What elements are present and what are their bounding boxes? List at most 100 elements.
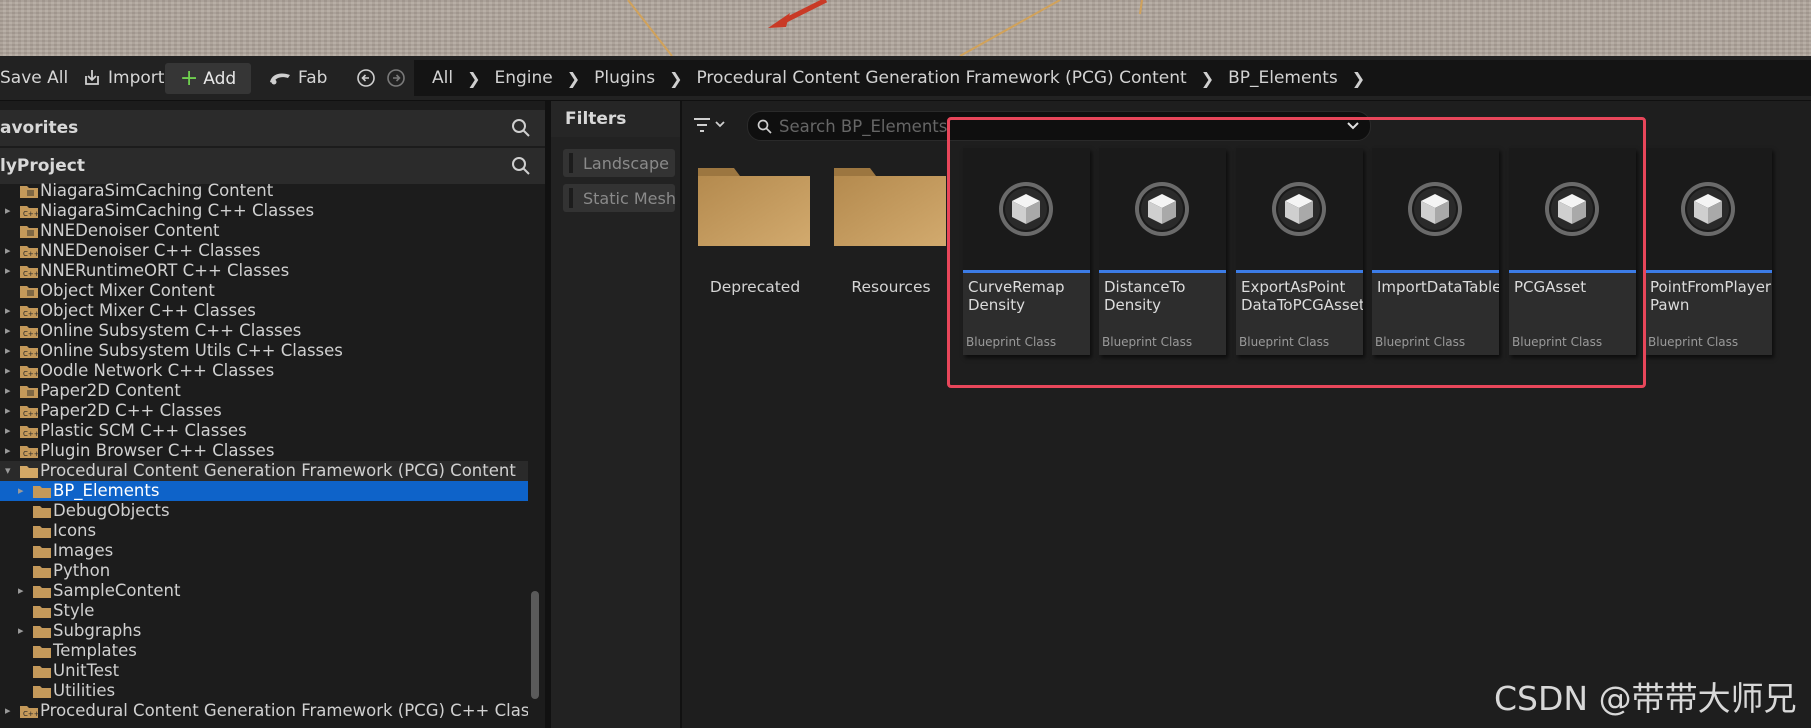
caret-right-icon[interactable]: ▸ xyxy=(5,204,15,218)
search-placeholder: Search BP_Elements xyxy=(779,116,948,136)
caret-down-icon[interactable]: ▾ xyxy=(5,464,15,478)
chevron-right-icon[interactable]: ❯ xyxy=(467,69,480,88)
fab-button[interactable]: Fab xyxy=(268,56,327,100)
breadcrumb-item[interactable]: Procedural Content Generation Framework … xyxy=(696,68,1186,88)
breadcrumb-item[interactable]: Engine xyxy=(494,68,552,88)
level-viewport[interactable] xyxy=(0,0,1811,56)
caret-right-icon[interactable]: ▸ xyxy=(5,444,15,458)
caret-right-icon[interactable]: ▸ xyxy=(18,484,28,498)
folder-icon xyxy=(33,546,51,558)
tree-item[interactable]: Icons xyxy=(0,521,528,541)
folder-icon xyxy=(33,506,51,518)
tree-item[interactable]: Python xyxy=(0,561,528,581)
folder-icon xyxy=(20,386,38,398)
tree-item[interactable]: ▸ C++ Oodle Network C++ Classes xyxy=(0,361,528,381)
chevron-right-icon[interactable]: ❯ xyxy=(669,69,682,88)
folder-icon xyxy=(33,686,51,698)
caret-right-icon[interactable]: ▸ xyxy=(5,244,15,258)
chevron-right-icon[interactable]: ❯ xyxy=(1352,69,1365,88)
tree-item-label: Object Mixer Content xyxy=(40,281,215,300)
asset-type-strip xyxy=(1645,270,1772,273)
caret-right-icon[interactable]: ▸ xyxy=(5,364,15,378)
tree-item[interactable]: DebugObjects xyxy=(0,501,528,521)
cpp-folder-icon: C++ xyxy=(20,266,39,278)
caret-right-icon[interactable]: ▸ xyxy=(5,404,15,418)
svg-text:C++: C++ xyxy=(23,210,39,218)
breadcrumb-item[interactable]: All xyxy=(432,68,453,88)
folder-tile[interactable]: Deprecated xyxy=(692,150,818,310)
caret-right-icon[interactable]: ▸ xyxy=(5,384,15,398)
folder-icon xyxy=(33,606,51,618)
tree-item-label: Paper2D Content xyxy=(40,381,181,400)
folder-icon xyxy=(33,666,51,678)
tree-item[interactable]: NNEDenoiser Content xyxy=(0,221,528,241)
favorites-header[interactable]: avorites xyxy=(0,110,545,146)
import-button[interactable]: Import xyxy=(82,56,164,100)
tree-item[interactable]: Object Mixer Content xyxy=(0,281,528,301)
svg-text:C++: C++ xyxy=(23,330,39,338)
save-all-button[interactable]: Save All xyxy=(0,56,68,100)
tree-item-label: Online Subsystem Utils C++ Classes xyxy=(40,341,343,360)
tree-item[interactable]: ▸ Paper2D Content xyxy=(0,381,528,401)
tree-item[interactable]: ▸ C++ Paper2D C++ Classes xyxy=(0,401,528,421)
tree-item[interactable]: ▸ C++ Online Subsystem C++ Classes xyxy=(0,321,528,341)
back-icon[interactable] xyxy=(356,68,376,88)
tree-item-label: Paper2D C++ Classes xyxy=(40,401,222,420)
tree-item[interactable]: UnitTest xyxy=(0,661,528,681)
tree-item[interactable]: ▸ BP_Elements xyxy=(0,481,528,501)
highlight-annotation xyxy=(947,117,1646,388)
caret-right-icon[interactable]: ▸ xyxy=(5,424,15,438)
tree-item[interactable]: ▸ C++ NiagaraSimCaching C++ Classes xyxy=(0,201,528,221)
cpp-folder-icon: C++ xyxy=(20,406,39,418)
project-header[interactable]: lyProject xyxy=(0,148,545,184)
folder-name: Deprecated xyxy=(709,278,801,296)
cpp-folder-icon: C++ xyxy=(20,446,39,458)
filters-title: Filters xyxy=(551,101,680,137)
caret-right-icon[interactable]: ▸ xyxy=(5,324,15,338)
tree-item[interactable]: Templates xyxy=(0,641,528,661)
tree-item-label: Object Mixer C++ Classes xyxy=(40,301,256,320)
tree-item[interactable]: ▸ Subgraphs xyxy=(0,621,528,641)
caret-right-icon[interactable]: ▸ xyxy=(5,304,15,318)
caret-right-icon[interactable]: ▸ xyxy=(5,264,15,278)
tree-item[interactable]: ▸ C++ Plastic SCM C++ Classes xyxy=(0,421,528,441)
tree-item-label: NiagaraSimCaching Content xyxy=(40,181,274,200)
forward-icon[interactable] xyxy=(386,68,406,88)
breadcrumb-item[interactable]: BP_Elements xyxy=(1228,68,1338,88)
tree-item[interactable]: ▸ C++ Online Subsystem Utils C++ Classes xyxy=(0,341,528,361)
filter-icon[interactable] xyxy=(692,116,726,134)
content-browser-toolbar: Save All Import + Add Fab All ❯ Engine ❯ P… xyxy=(0,56,1811,101)
tree-item[interactable]: ▸ C++ NNEDenoiser C++ Classes xyxy=(0,241,528,261)
search-icon[interactable] xyxy=(511,156,531,176)
caret-right-icon[interactable]: ▸ xyxy=(18,584,28,598)
caret-right-icon[interactable]: ▸ xyxy=(5,344,15,358)
tree-item[interactable]: Style xyxy=(0,601,528,621)
favorites-title: avorites xyxy=(0,118,79,138)
tree-item[interactable]: NiagaraSimCaching Content xyxy=(0,181,528,201)
asset-tile[interactable]: PointFromPlayer Pawn Blueprint Class xyxy=(1645,148,1772,355)
tree-item[interactable]: ▸ C++ Object Mixer C++ Classes xyxy=(0,301,528,321)
folder-icon xyxy=(33,566,51,578)
search-icon[interactable] xyxy=(511,118,531,138)
chevron-right-icon[interactable]: ❯ xyxy=(567,69,580,88)
filter-static-mesh[interactable]: Static Mesh xyxy=(563,184,675,212)
tree-scrollbar[interactable] xyxy=(531,591,539,699)
filter-landscape[interactable]: Landscape ( xyxy=(563,149,675,177)
chevron-right-icon[interactable]: ❯ xyxy=(1201,69,1214,88)
add-button[interactable]: + Add xyxy=(165,63,251,94)
breadcrumb-item[interactable]: Plugins xyxy=(594,68,655,88)
fab-icon xyxy=(270,73,290,85)
tree-item[interactable]: ▸ C++ Plugin Browser C++ Classes xyxy=(0,441,528,461)
tree-item[interactable]: ▸ C++ Procedural Content Generation Framew… xyxy=(0,701,528,721)
tree-item-label: BP_Elements xyxy=(53,481,160,500)
tree-item[interactable]: ▸ C++ NNERuntimeORT C++ Classes xyxy=(0,261,528,281)
tree-item[interactable]: ▾ Procedural Content Generation Framework… xyxy=(0,461,528,481)
caret-right-icon[interactable]: ▸ xyxy=(5,704,15,718)
breadcrumb: All ❯ Engine ❯ Plugins ❯ Procedural Content… xyxy=(414,60,1811,96)
caret-right-icon[interactable]: ▸ xyxy=(18,624,28,638)
tree-item[interactable]: Utilities xyxy=(0,681,528,701)
folder-tile[interactable]: Resources xyxy=(828,150,954,310)
tree-item[interactable]: ▸ SampleContent xyxy=(0,581,528,601)
tree-item-label: UnitTest xyxy=(53,661,120,680)
tree-item[interactable]: Images xyxy=(0,541,528,561)
